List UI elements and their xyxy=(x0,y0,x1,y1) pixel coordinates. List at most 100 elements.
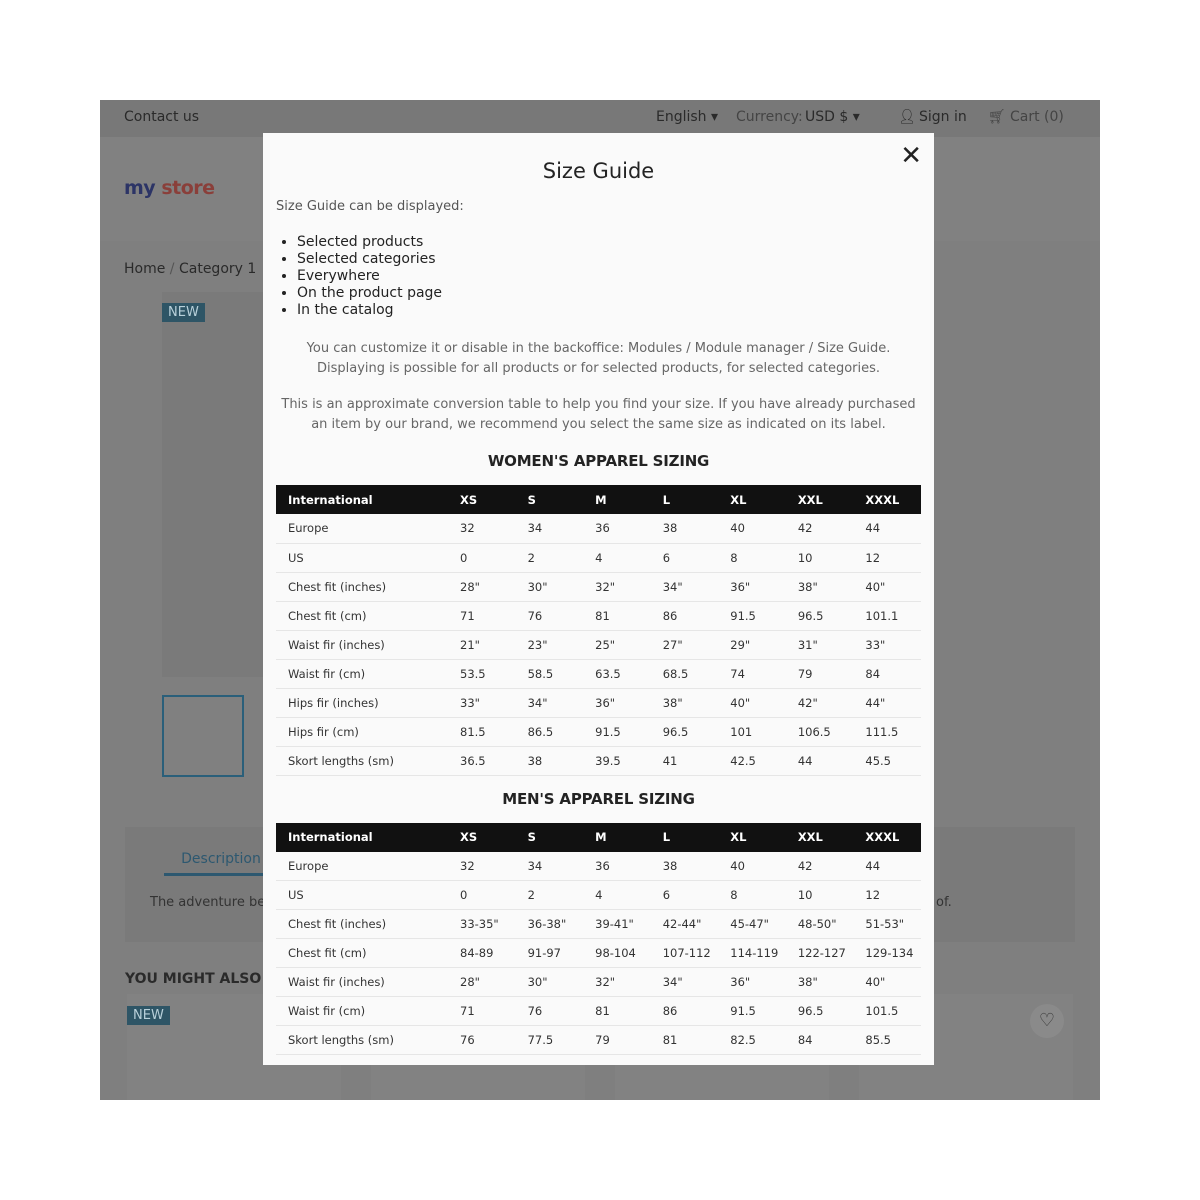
table-cell: 48-50" xyxy=(785,909,854,939)
women-section-title: WOMEN'S APPAREL SIZING xyxy=(487,452,710,470)
table-cell: 4 xyxy=(583,543,651,573)
table-cell: 86 xyxy=(650,996,719,1026)
tab-description[interactable]: Description xyxy=(164,851,278,876)
table-cell: 81 xyxy=(583,601,651,631)
table-cell: 34" xyxy=(515,688,584,718)
table-cell: 39.5 xyxy=(583,746,651,776)
row-label: Chest fit (inches) xyxy=(276,909,448,939)
table-cell: 39-41" xyxy=(583,909,651,939)
breadcrumb-category[interactable]: Category 1 xyxy=(179,261,256,277)
table-cell: 0 xyxy=(448,880,516,910)
list-item: Selected categories xyxy=(297,251,934,268)
row-label: Waist fir (inches) xyxy=(276,630,448,660)
table-cell: 21" xyxy=(448,630,516,660)
table-header-row: International XS S M L XL XXL XXXL xyxy=(276,822,921,852)
table-cell: 38 xyxy=(650,851,719,881)
table-cell: 114-119 xyxy=(718,938,786,968)
table-row: Chest fit (cm) 71 76 81 86 91.5 96.5 101.1 xyxy=(276,601,921,631)
table-cell: 96.5 xyxy=(650,717,719,747)
column-header: XS xyxy=(448,485,516,514)
row-label: Hips fir (cm) xyxy=(276,717,448,747)
table-cell: 34" xyxy=(650,572,719,602)
table-row: Europe 32 34 36 38 40 42 44 xyxy=(276,851,921,881)
table-cell: 44" xyxy=(853,688,921,718)
table-cell: 81.5 xyxy=(448,717,516,747)
table-cell: 23" xyxy=(515,630,584,660)
column-header: XXL xyxy=(785,822,854,852)
table-row: Hips fir (inches) 33" 34" 36" 38" 40" 42" 44" xyxy=(276,688,921,718)
row-label: Chest fit (inches) xyxy=(276,572,448,602)
table-cell: 38 xyxy=(650,514,719,544)
table-cell: 38" xyxy=(785,967,854,997)
table-cell: 33-35" xyxy=(448,909,516,939)
table-cell: 32 xyxy=(448,851,516,881)
table-cell: 71 xyxy=(448,601,516,631)
table-cell: 51-53" xyxy=(853,909,921,939)
row-label: US xyxy=(276,880,448,910)
currency-label: Currency: xyxy=(736,109,803,125)
table-cell: 40" xyxy=(718,688,786,718)
column-header: M xyxy=(583,485,651,514)
table-cell: 122-127 xyxy=(785,938,854,968)
table-cell: 74 xyxy=(718,659,786,689)
customize-note: You can customize it or disable in the b… xyxy=(306,341,891,376)
row-label: Skort lengths (sm) xyxy=(276,1025,448,1055)
table-cell: 76 xyxy=(448,1025,516,1055)
row-label: Waist fir (cm) xyxy=(276,659,448,689)
table-cell: 107-112 xyxy=(650,938,719,968)
table-cell: 96.5 xyxy=(785,996,854,1026)
signin-link[interactable]: Sign in xyxy=(919,109,967,125)
table-cell: 40 xyxy=(718,514,786,544)
logo[interactable]: my store xyxy=(124,177,215,199)
table-row: US 0 2 4 6 8 10 12 xyxy=(276,543,921,573)
table-cell: 86 xyxy=(650,601,719,631)
column-header: International xyxy=(276,485,448,514)
table-cell: 91.5 xyxy=(718,996,786,1026)
table-row: Chest fit (inches) 33-35" 36-38" 39-41" 42-4… xyxy=(276,909,921,939)
column-header: XS xyxy=(448,822,516,852)
table-cell: 8 xyxy=(718,543,786,573)
table-cell: 101.5 xyxy=(853,996,921,1026)
language-select[interactable]: English ▾ xyxy=(656,109,718,125)
table-cell: 34" xyxy=(650,967,719,997)
table-cell: 91.5 xyxy=(718,601,786,631)
cart-icon: 🛒︎ xyxy=(988,109,1006,125)
table-cell: 32 xyxy=(448,514,516,544)
table-cell: 2 xyxy=(515,880,584,910)
table-cell: 10 xyxy=(785,880,854,910)
table-cell: 91.5 xyxy=(583,717,651,747)
table-cell: 34 xyxy=(515,851,584,881)
breadcrumb-home[interactable]: Home xyxy=(124,261,165,277)
men-section-title: MEN'S APPAREL SIZING xyxy=(502,789,695,808)
table-cell: 84 xyxy=(853,659,921,689)
table-row: Chest fit (cm) 84-89 91-97 98-104 107-112 114… xyxy=(276,938,921,968)
table-cell: 106.5 xyxy=(785,717,854,747)
modal-intro: Size Guide can be displayed: xyxy=(276,199,464,214)
table-row: Waist fir (cm) 71 76 81 86 91.5 96.5 101.5 xyxy=(276,996,921,1026)
cart-link[interactable]: Cart (0) xyxy=(1010,109,1064,125)
product-thumbnail[interactable] xyxy=(162,695,244,777)
contact-link[interactable]: Contact us xyxy=(124,109,199,125)
row-label: Hips fir (inches) xyxy=(276,688,448,718)
table-cell: 29" xyxy=(718,630,786,660)
close-icon[interactable]: ✕ xyxy=(900,141,922,171)
table-cell: 12 xyxy=(853,880,921,910)
table-row: Europe 32 34 36 38 40 42 44 xyxy=(276,514,921,544)
column-header: XXL xyxy=(785,485,854,514)
column-header: XXXL xyxy=(853,485,921,514)
men-size-table: International XS S M L XL XXL XXXL Europe 32 34 36 3… xyxy=(276,822,921,1055)
table-cell: 68.5 xyxy=(650,659,719,689)
table-cell: 6 xyxy=(650,880,719,910)
table-cell: 42" xyxy=(785,688,854,718)
currency-select[interactable]: USD $ ▾ xyxy=(805,109,860,125)
table-cell: 33" xyxy=(853,630,921,660)
table-cell: 96.5 xyxy=(785,601,854,631)
table-cell: 36 xyxy=(583,514,651,544)
table-cell: 111.5 xyxy=(853,717,921,747)
wishlist-heart-icon[interactable]: ♡ xyxy=(1030,1004,1064,1038)
table-cell: 40" xyxy=(853,967,921,997)
table-row: Waist fir (cm) 53.5 58.5 63.5 68.5 74 79 84 xyxy=(276,659,921,689)
list-item: Everywhere xyxy=(297,268,934,285)
table-cell: 45.5 xyxy=(853,746,921,776)
table-cell: 36-38" xyxy=(515,909,584,939)
